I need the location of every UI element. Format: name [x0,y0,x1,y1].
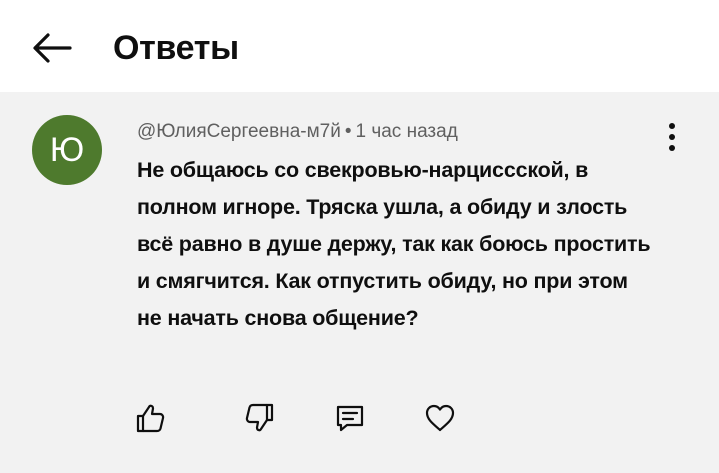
comment-card: Ю @ЮлияСергеевна-м7й • 1 час назад Не обща… [0,92,719,473]
comment-time: 1 час назад [355,121,458,142]
comment-text: Не общаюсь со свекровью-нарциссской, в п… [137,158,651,330]
arrow-left-icon [33,33,72,63]
heart-icon [425,404,455,432]
comment-meta: @ЮлияСергеевна-м7й • 1 час назад [137,120,458,144]
dislike-button[interactable] [242,400,278,436]
reply-button[interactable] [332,400,368,436]
heart-button[interactable] [422,400,458,436]
thumb-up-icon [136,404,165,433]
meta-separator: • [344,121,352,142]
comment-author[interactable]: @ЮлияСергеевна-м7й [137,121,341,142]
like-button[interactable] [132,400,168,436]
back-button[interactable] [28,26,76,70]
reply-icon [336,405,364,432]
more-vertical-icon [669,123,675,151]
comment-menu-button[interactable] [657,120,687,154]
top-bar: Ответы [0,0,719,92]
avatar[interactable]: Ю [32,115,102,185]
comment-actions [0,400,719,436]
thumb-down-icon [245,403,274,432]
page-title: Ответы [113,29,239,67]
